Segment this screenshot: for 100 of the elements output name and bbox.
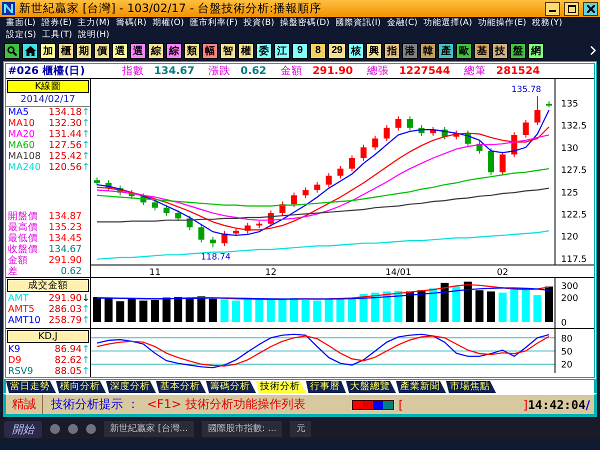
toolbar-button[interactable]: 指 <box>384 42 400 58</box>
toolbar-button[interactable]: 技 <box>492 42 508 58</box>
axis-tick-label: 0 <box>560 318 567 328</box>
start-button[interactable]: 開始 <box>4 420 42 438</box>
menu-item[interactable]: 期權(O) <box>149 17 187 29</box>
toolbar-button[interactable]: 港 <box>402 42 418 58</box>
taskbar-button[interactable]: 新世紀贏家 [台灣... <box>104 421 194 437</box>
tab[interactable]: 橫向分析 <box>56 381 106 393</box>
axis-tick-label: 02 <box>496 268 508 277</box>
menu-item[interactable]: 國際資訊(I) <box>332 17 384 29</box>
toolbar-button[interactable]: 綜 <box>148 42 164 58</box>
toolbar-button[interactable]: 權 <box>238 42 254 58</box>
panel-title: 成交金額 <box>7 279 89 292</box>
tab[interactable]: 行事曆 <box>306 381 346 393</box>
close-button[interactable] <box>583 2 598 16</box>
toolbar-button[interactable]: 網 <box>528 42 544 58</box>
bracket: [ <box>398 398 404 412</box>
toolbar-button[interactable]: 類 <box>184 42 200 58</box>
toolbar-button[interactable]: 核 <box>348 42 364 58</box>
field-value: 0.62 <box>240 65 266 77</box>
symbol-label: #026 櫃檯(日) <box>7 64 86 78</box>
toolbar-button[interactable]: 委 <box>256 42 272 58</box>
panel-title: K線圖 <box>7 80 89 93</box>
menu-item[interactable]: 金融(C) <box>384 17 420 29</box>
menu-item[interactable]: 主力(M) <box>74 17 113 29</box>
trend-arrow: ↑ <box>82 315 90 326</box>
toolbar-button[interactable]: 8 <box>310 42 326 58</box>
legend-label: AMT <box>8 293 30 304</box>
legend-value: 88.05 <box>54 366 82 377</box>
quote-label: 開盤價 <box>8 211 38 222</box>
toolbar-button[interactable]: 期 <box>76 42 92 58</box>
toolbar-button[interactable]: 櫃 <box>58 42 74 58</box>
tab[interactable]: 大盤總覽 <box>346 381 396 393</box>
toolbar-button[interactable]: 幅 <box>202 42 218 58</box>
toolbar-button[interactable]: 基 <box>474 42 490 58</box>
menu-item[interactable]: 功能選擇(A) <box>420 17 476 29</box>
field-label: 總張 <box>366 64 389 78</box>
tab[interactable]: 深度分析 <box>106 381 156 393</box>
toolbar-button[interactable]: 加 <box>40 42 56 58</box>
menu-item[interactable]: 工具(T) <box>39 29 76 41</box>
menu-item[interactable]: 籌碼(R) <box>112 17 150 29</box>
toolbar-button[interactable]: 盤 <box>510 42 526 58</box>
trend-arrow: ↑ <box>82 304 90 315</box>
legend-value: 125.42 <box>48 151 82 162</box>
field-label: 指數 <box>122 64 144 78</box>
tab[interactable]: 當日走勢 <box>6 381 56 393</box>
toolbar-button[interactable]: 綜 <box>166 42 182 58</box>
clock-time: 14:42:04 <box>528 398 586 412</box>
toolbar-button[interactable]: 智 <box>220 42 236 58</box>
minimize-button[interactable] <box>545 2 560 16</box>
legend-value: 258.79 <box>48 315 82 326</box>
trend-arrow: ↑ <box>82 344 90 355</box>
tab[interactable]: 市場焦點 <box>446 381 496 393</box>
price-annotation: 135.78 <box>511 85 542 96</box>
legend-label: D9 <box>8 355 22 366</box>
toolbar-button[interactable]: 9 <box>292 42 308 58</box>
taskbar-button[interactable]: 國際股市指數: ... <box>202 421 282 437</box>
legend-value: 286.03 <box>48 304 82 315</box>
field-label: 金額 <box>280 64 302 78</box>
menu-item[interactable]: 畫面(L) <box>3 17 38 29</box>
axis-tick-label: 20 <box>560 360 572 371</box>
menu-item[interactable]: 說明(H) <box>75 29 112 41</box>
menu-item[interactable]: 設定(S) <box>3 29 40 41</box>
maximize-icon <box>568 4 576 12</box>
home-button[interactable] <box>22 42 38 58</box>
quote-value: 0.62 <box>60 266 82 277</box>
menu-item[interactable]: 匯市利率(F) <box>186 17 241 29</box>
chevron-right-icon[interactable] <box>590 46 596 55</box>
tab[interactable]: 產業新聞 <box>396 381 446 393</box>
toolbar-button[interactable]: 價 <box>94 42 110 58</box>
toolbar-button[interactable]: 興 <box>366 42 382 58</box>
tab[interactable]: 基本分析 <box>156 381 206 393</box>
axis-tick-label: 122.5 <box>560 210 587 220</box>
toolbar-button[interactable]: 韓 <box>420 42 436 58</box>
toolbar-button[interactable]: 歐 <box>456 42 472 58</box>
toolbar-button[interactable]: 產 <box>438 42 454 58</box>
menu-item[interactable]: 功能操作(E) <box>475 17 530 29</box>
status-slash: / <box>586 398 590 412</box>
toolbar-button[interactable]: 29 <box>328 42 346 58</box>
menu-item[interactable]: 稅務(Y) <box>529 17 566 29</box>
menu-item[interactable]: 證券(E) <box>38 17 75 29</box>
taskbar-button[interactable]: 元 <box>290 421 312 437</box>
maximize-button[interactable] <box>564 2 579 16</box>
legend-value: 82.62 <box>54 355 82 366</box>
legend-value: 86.94 <box>54 344 82 355</box>
toolbar-button[interactable]: 選 <box>112 42 128 58</box>
window-title: 新世紀贏家 [台灣] - 103/02/17 - 台盤技術分析:播報順序 <box>19 1 322 16</box>
legend-label: MA5 <box>8 107 30 118</box>
axis-tick-label: 200 <box>560 294 578 304</box>
search-button[interactable] <box>4 42 20 58</box>
menu-item[interactable]: 投資(B) <box>240 17 278 29</box>
search-icon <box>7 46 17 56</box>
toolbar-button[interactable]: 選 <box>130 42 146 58</box>
menu-item[interactable]: 操盤密碼(D) <box>277 17 333 29</box>
legend-label: AMT5 <box>8 304 36 315</box>
tab[interactable]: 技術分析 <box>256 381 306 393</box>
trend-arrow: ↑ <box>82 162 90 173</box>
tab[interactable]: 籌碼分析 <box>206 381 256 393</box>
toolbar-button[interactable]: 江 <box>274 42 290 58</box>
date-label: 2014/02/17 <box>6 94 90 107</box>
